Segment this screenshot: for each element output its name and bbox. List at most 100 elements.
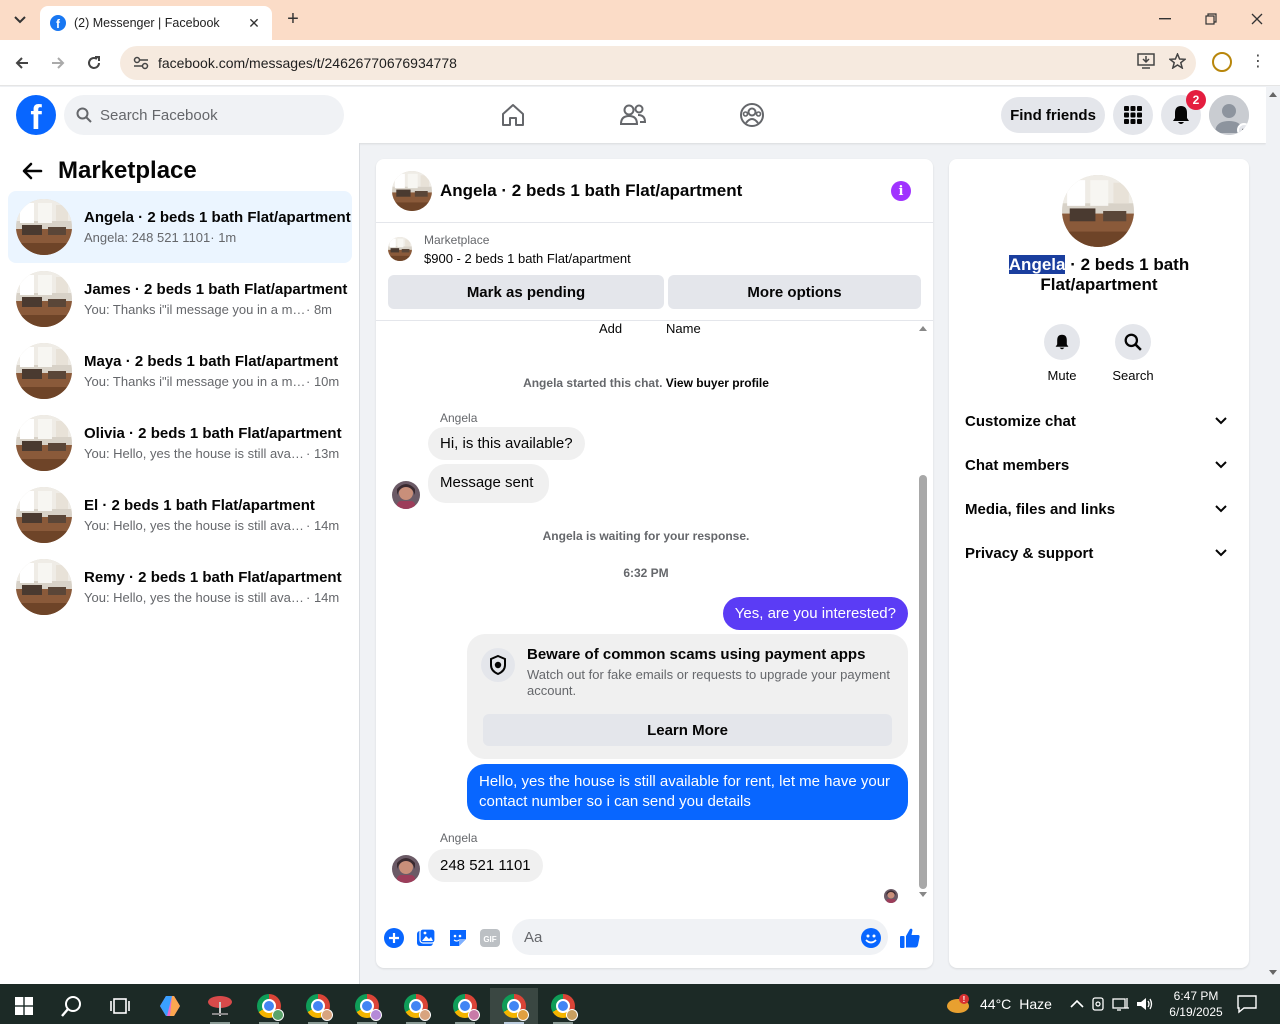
svg-text:GIF: GIF	[483, 935, 496, 944]
shield-icon	[481, 648, 515, 682]
menu-grid-icon[interactable]	[1113, 95, 1153, 135]
gif-icon[interactable]: GIF	[479, 927, 501, 949]
notification-center-icon[interactable]	[1236, 994, 1258, 1014]
site-settings-icon[interactable]	[132, 54, 150, 72]
find-friends-button[interactable]: Find friends	[1001, 97, 1105, 133]
address-bar[interactable]: facebook.com/messages/t/2462677067693477…	[120, 46, 1196, 80]
listing-summary[interactable]: Marketplace $900 - 2 beds 1 bath Flat/ap…	[388, 233, 631, 266]
angela-avatar[interactable]	[392, 481, 420, 509]
account-avatar[interactable]: ▾	[1209, 95, 1249, 135]
groups-icon[interactable]	[736, 99, 768, 131]
facebook-logo-icon[interactable]: f	[16, 95, 56, 135]
tab-search-chevron-icon[interactable]	[8, 8, 32, 32]
conversation-info-icon[interactable]: i	[891, 181, 911, 201]
outgoing-message[interactable]: Yes, are you interested?	[722, 597, 908, 630]
browser-tab-messenger[interactable]: f (2) Messenger | Facebook ✕	[40, 6, 272, 40]
chrome-profile-icon[interactable]	[490, 988, 538, 1024]
attach-photo-icon[interactable]	[415, 927, 437, 949]
chrome-profile-icon[interactable]	[294, 988, 342, 1024]
tab-close-icon[interactable]: ✕	[246, 15, 262, 32]
install-app-icon[interactable]	[1137, 53, 1155, 73]
volume-icon[interactable]	[1136, 996, 1154, 1012]
chat-header: Angela · 2 beds 1 bath Flat/apartment i	[376, 159, 933, 223]
like-thumbs-up-icon[interactable]	[899, 927, 921, 949]
conversation-item[interactable]: Angela · 2 beds 1 bath Flat/apartment An…	[8, 191, 352, 263]
conversation-time: · 10m	[306, 374, 340, 389]
back-arrow-icon[interactable]	[10, 51, 34, 75]
privacy-support-item[interactable]: Privacy & support	[957, 533, 1241, 573]
search-facebook-input[interactable]: Search Facebook	[64, 95, 344, 135]
windows-start-icon[interactable]	[0, 988, 48, 1024]
tab-title: (2) Messenger | Facebook	[74, 16, 220, 30]
pinned-app-icon[interactable]	[196, 988, 244, 1024]
chrome-profile-icon[interactable]	[441, 988, 489, 1024]
more-actions-plus-icon[interactable]	[383, 927, 405, 949]
view-buyer-profile-link[interactable]: View buyer profile	[666, 376, 769, 390]
network-icon[interactable]	[1112, 996, 1130, 1012]
conversation-name: Maya · 2 beds 1 bath Flat/apartment	[84, 353, 339, 370]
listing-thumbnail	[388, 237, 412, 261]
scam-warning-body: Watch out for fake emails or requests to…	[527, 667, 890, 698]
chrome-profile-icon[interactable]	[392, 988, 440, 1024]
weather-widget[interactable]: ! 44°C Haze	[946, 984, 1052, 1024]
copilot-icon[interactable]	[146, 988, 194, 1024]
window-close-icon[interactable]	[1242, 8, 1272, 30]
conversation-item[interactable]: El · 2 beds 1 bath Flat/apartment You: H…	[8, 479, 352, 551]
incoming-message[interactable]: Message sent	[428, 464, 550, 503]
listing-photo[interactable]	[1062, 175, 1134, 247]
browser-menu-icon[interactable]: ⋮	[1250, 52, 1266, 74]
conversation-title[interactable]: Angela · 2 beds 1 bath Flat/apartment	[969, 255, 1229, 295]
taskbar-search-icon[interactable]	[48, 988, 96, 1024]
window-minimize-icon[interactable]	[1150, 8, 1180, 30]
customize-chat-item[interactable]: Customize chat	[957, 401, 1241, 441]
marketplace-conversation-list: Marketplace Angela · 2 beds 1 bath Flat/…	[0, 143, 360, 984]
conversation-item[interactable]: Remy · 2 beds 1 bath Flat/apartment You:…	[8, 551, 352, 623]
friends-icon[interactable]	[617, 99, 649, 131]
learn-more-button[interactable]: Learn More	[483, 714, 892, 746]
chat-title[interactable]: Angela · 2 beds 1 bath Flat/apartment	[440, 181, 742, 201]
meet-now-icon[interactable]	[1090, 996, 1106, 1012]
message-input[interactable]	[512, 919, 888, 955]
mark-as-pending-button[interactable]: Mark as pending	[388, 275, 664, 309]
conversation-item[interactable]: Olivia · 2 beds 1 bath Flat/apartment Yo…	[8, 407, 352, 479]
home-icon[interactable]	[497, 99, 529, 131]
browser-tab-strip: f (2) Messenger | Facebook ✕ +	[0, 0, 1280, 40]
browser-profile-icon[interactable]	[1212, 52, 1232, 72]
chrome-profile-icon[interactable]	[539, 988, 587, 1024]
taskbar-clock[interactable]: 6:47 PM 6/19/2025	[1164, 988, 1228, 1020]
more-options-button[interactable]: More options	[668, 275, 921, 309]
window-restore-icon[interactable]	[1196, 8, 1226, 30]
angela-avatar[interactable]	[392, 855, 420, 883]
search-in-conversation-action[interactable]: Search	[1103, 324, 1163, 383]
sticker-icon[interactable]	[447, 927, 469, 949]
bookmark-star-icon[interactable]	[1168, 52, 1187, 73]
chat-scrollbar-thumb[interactable]	[919, 475, 927, 889]
task-view-icon[interactable]	[96, 988, 144, 1024]
conversation-item[interactable]: James · 2 beds 1 bath Flat/apartment You…	[8, 263, 352, 335]
chrome-profile-icon[interactable]	[245, 988, 293, 1024]
reload-icon[interactable]	[82, 51, 106, 75]
outgoing-message[interactable]: Hello, yes the house is still available …	[467, 764, 908, 820]
forward-arrow-icon[interactable]	[46, 51, 70, 75]
chat-scrollbar[interactable]	[916, 323, 930, 905]
page-scrollbar[interactable]	[1266, 87, 1280, 984]
message-timestamp: 6:32 PM	[623, 566, 669, 580]
chat-members-item[interactable]: Chat members	[957, 445, 1241, 485]
chrome-profile-icon[interactable]	[343, 988, 391, 1024]
conversation-item[interactable]: Maya · 2 beds 1 bath Flat/apartment You:…	[8, 335, 352, 407]
incoming-message[interactable]: Hi, is this available?	[428, 427, 585, 460]
mute-action[interactable]: Mute	[1032, 324, 1092, 383]
back-arrow-icon[interactable]	[20, 159, 44, 183]
search-placeholder: Search Facebook	[100, 106, 218, 124]
emoji-icon[interactable]	[860, 927, 882, 949]
scroll-down-icon[interactable]	[919, 892, 927, 898]
incoming-message[interactable]: 248 521 1101	[428, 849, 543, 882]
listing-thumbnail	[16, 343, 72, 399]
scroll-up-icon[interactable]	[919, 325, 927, 331]
show-hidden-icons-chevron-icon[interactable]	[1070, 999, 1084, 1009]
conversation-preview: You: Hello, yes the house is still avail…	[84, 518, 306, 533]
media-files-links-item[interactable]: Media, files and links	[957, 489, 1241, 529]
chat-started-notice: Angela started this chat. View buyer pro…	[376, 376, 916, 390]
new-tab-plus-icon[interactable]: +	[282, 8, 304, 30]
listing-thumbnail[interactable]	[392, 171, 432, 211]
